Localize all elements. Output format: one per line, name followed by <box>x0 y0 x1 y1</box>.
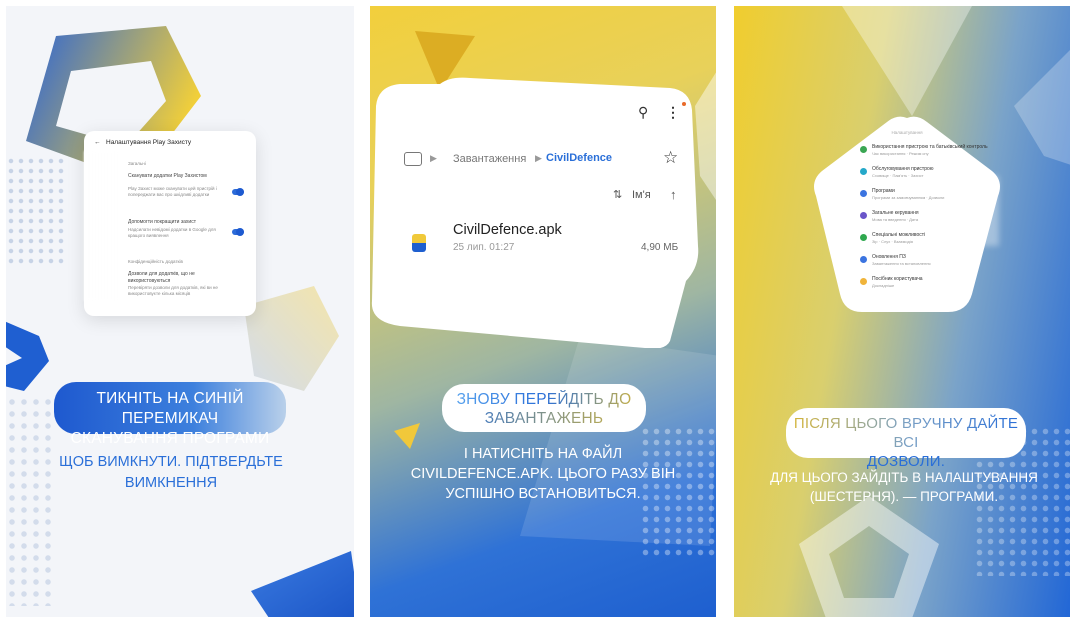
dots-decoration-bottom <box>6 396 56 606</box>
scan-description: Play Захист може сканувати цей пристрій … <box>128 186 217 197</box>
caption-line-1: ЗНОВУ ПЕРЕЙДІТЬ ДО <box>446 390 642 409</box>
subtext-line-2: ВИМКНЕННЯ <box>124 475 218 491</box>
subtext-line-2: (ШЕСТЕРНЯ). — ПРОГРАМИ. <box>809 489 999 504</box>
settings-item-icon <box>860 212 867 219</box>
settings-menu-item[interactable]: Використання пристрою та батьківський ко… <box>860 144 988 166</box>
caption-line-2: ЗАВАНТАЖЕНЬ <box>446 409 642 428</box>
sort-label[interactable]: Ім'я <box>632 189 651 201</box>
improve-protection-toggle[interactable] <box>232 228 244 236</box>
story-panel-play-protect: ← Налаштування Play Захисту Загальні Ска… <box>6 6 354 617</box>
blur-overlay <box>84 151 122 301</box>
caption-line-1: ПІСЛЯ ЦЬОГО ВРУЧНУ ДАЙТЕ ВСІ <box>793 415 1019 451</box>
menu-header: Налаштування <box>891 130 923 135</box>
section-general-label: Загальні <box>128 161 146 166</box>
settings-item-icon <box>860 190 867 197</box>
section-privacy-label: Конфіденційність додатків <box>128 259 183 264</box>
subtext-line-1: І НАТИСНІТЬ НА ФАЙЛ <box>463 446 623 462</box>
instruction-caption: ПІСЛЯ ЦЬОГО ВРУЧНУ ДАЙТЕ ВСІ ДОЗВОЛИ. <box>786 408 1026 470</box>
notification-dot <box>682 102 686 106</box>
settings-item-title: Посібник користувача <box>872 276 923 282</box>
instruction-caption: ЗНОВУ ПЕРЕЙДІТЬ ДО ЗАВАНТАЖЕНЬ <box>442 384 646 432</box>
improve-title: Допомогти покращити захист <box>128 219 196 225</box>
corner-decoration <box>251 551 354 617</box>
breadcrumb-separator-icon: ▶ <box>430 153 437 163</box>
pentagon-decoration-bottom <box>799 496 939 617</box>
settings-item-title: Обслуговування пристрою <box>872 166 934 172</box>
file-size: 4,90 МБ <box>641 242 679 253</box>
settings-item-icon <box>860 278 867 285</box>
play-protect-settings-card: ← Налаштування Play Захисту Загальні Ска… <box>84 131 256 316</box>
breadcrumb-separator-icon: ▶ <box>535 153 542 163</box>
settings-item-subtitle: Програми за замовчуванням · Дозволи <box>872 195 945 200</box>
settings-item-title: Оновлення ПЗ <box>872 254 906 260</box>
instruction-caption: ТИКНІТЬ НА СИНІЙ ПЕРЕМИКАЧ СКАНУВАННЯ ПР… <box>54 382 286 447</box>
settings-item-subtitle: Докладніше <box>872 283 895 288</box>
settings-item-subtitle: Сховище · Пам'ять · Захист <box>872 173 924 178</box>
back-arrow-icon[interactable]: ← <box>94 139 101 146</box>
settings-item-icon <box>860 168 867 175</box>
file-name[interactable]: CivilDefence.apk <box>453 222 562 238</box>
improve-description: Надсилати невідомі додатки в Google для … <box>128 227 216 238</box>
sort-direction-icon[interactable]: ↑ <box>670 187 677 202</box>
search-icon[interactable]: ⚲ <box>638 104 648 121</box>
story-panel-downloads: ⚲ ⋮ ▶ Завантаження ▶ CivilDefence ☆ ⇅ Ім… <box>370 6 716 617</box>
breadcrumb-current[interactable]: CivilDefence <box>546 152 612 164</box>
caption-line-1: ТИКНІТЬ НА СИНІЙ ПЕРЕМИКАЧ <box>96 390 244 427</box>
settings-item-subtitle: Час використання · Режим сну <box>872 151 929 156</box>
settings-item-subtitle: Мова та введення · Дата <box>872 217 919 222</box>
instruction-subtext: І НАТИСНІТЬ НА ФАЙЛ CIVILDEFENCE.APK. ЦЬ… <box>390 444 696 504</box>
settings-item-icon <box>860 234 867 241</box>
apk-file-icon <box>412 234 426 252</box>
blur-overlay <box>959 176 999 246</box>
scan-apps-toggle[interactable] <box>232 188 244 196</box>
more-options-icon[interactable]: ⋮ <box>666 104 680 121</box>
arrow-decoration <box>6 316 54 396</box>
home-folder-icon[interactable] <box>404 152 422 166</box>
settings-menu-item[interactable]: Посібник користувача Докладніше <box>860 276 986 298</box>
settings-item-title: Програми <box>872 188 895 194</box>
remove-permissions-description: Перевіряти дозволи для додатків, які ви … <box>128 285 218 296</box>
caption-line-2: СКАНУВАННЯ ПРОГРАМИ <box>70 430 270 447</box>
settings-title: Налаштування Play Захисту <box>106 139 192 146</box>
subtext-line-2: CIVILDEFENCE.APK. ЦЬОГО РАЗУ ВІН <box>410 466 676 482</box>
triangle-decoration <box>842 6 972 116</box>
instruction-subtext: ДЛЯ ЦЬОГО ЗАЙДІТЬ В НАЛАШТУВАННЯ (ШЕСТЕР… <box>764 468 1044 506</box>
settings-item-icon <box>860 256 867 263</box>
settings-item-icon <box>860 146 867 153</box>
dots-decoration <box>6 156 66 266</box>
story-panel-settings: Налаштування Використання пристрою та ба… <box>734 6 1070 617</box>
scan-title: Сканувати додатки Play Захистом <box>128 173 207 179</box>
settings-menu-item[interactable]: Оновлення ПЗ Завантаження та встановлення <box>860 254 986 276</box>
settings-item-title: Використання пристрою та батьківський ко… <box>872 144 988 150</box>
settings-item-subtitle: Завантаження та встановлення <box>872 261 931 266</box>
subtext-line-3: УСПІШНО ВСТАНОВИТЬСЯ. <box>445 486 641 502</box>
settings-item-subtitle: Зір · Слух · Взаємодія <box>872 239 913 244</box>
settings-item-title: Спеціальні можливості <box>872 232 926 238</box>
file-date: 25 лип. 01:27 <box>453 242 515 253</box>
file-manager-card: ⚲ ⋮ ▶ Завантаження ▶ CivilDefence ☆ ⇅ Ім… <box>370 76 716 348</box>
subtext-line-1: ЩОБ ВИМКНУТИ. ПІДТВЕРДЬТЕ <box>59 454 283 470</box>
breadcrumb-downloads[interactable]: Завантаження <box>453 153 526 165</box>
instruction-subtext: ЩОБ ВИМКНУТИ. ПІДТВЕРДЬТЕ ВИМКНЕННЯ <box>56 452 286 494</box>
subtext-line-1: ДЛЯ ЦЬОГО ЗАЙДІТЬ В НАЛАШТУВАННЯ <box>770 470 1038 485</box>
star-icon[interactable]: ☆ <box>663 148 678 168</box>
side-decoration <box>1004 46 1070 166</box>
settings-item-title: Загальне керування <box>872 210 919 216</box>
sort-icon[interactable]: ⇅ <box>613 188 622 201</box>
remove-permissions-title: Дозволи для додатків, що не використовую… <box>128 271 195 284</box>
